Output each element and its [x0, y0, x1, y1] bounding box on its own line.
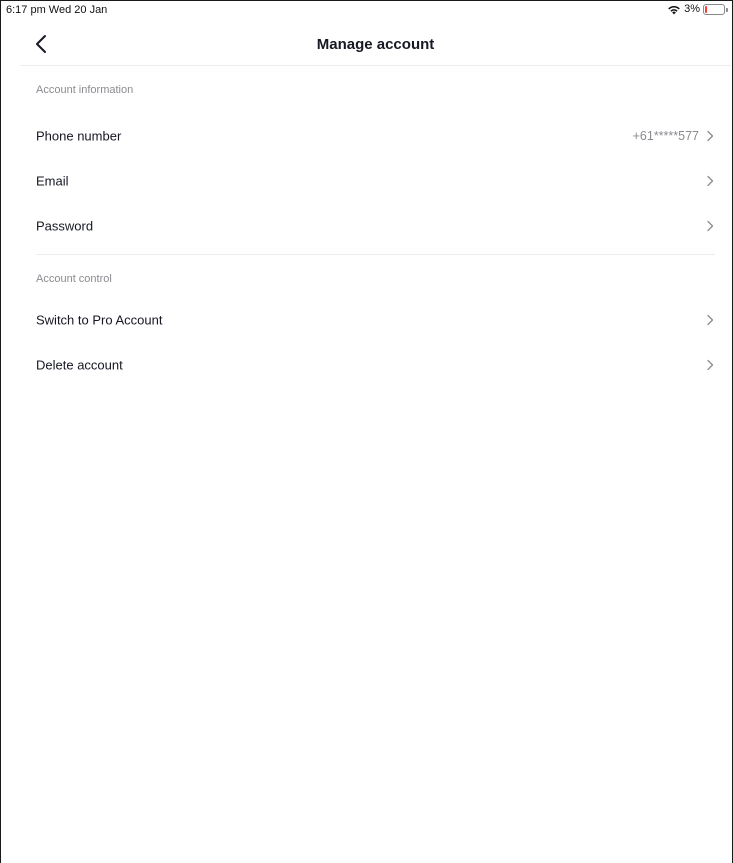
section-header: Account information: [36, 84, 134, 96]
row-right: [705, 220, 715, 232]
chevron-right-icon: [707, 359, 714, 370]
row-right: [705, 359, 715, 371]
row-email[interactable]: Email: [20, 158, 731, 203]
phone-number-value: +61*****577: [632, 128, 699, 143]
battery-percent: 3%: [684, 3, 700, 15]
status-time: 6:17 pm Wed 20 Jan: [6, 4, 108, 16]
row-right: [705, 314, 715, 326]
chevron-right-icon: [707, 314, 714, 325]
row-label: Phone number: [36, 128, 122, 143]
chevron-right-icon: [707, 220, 714, 231]
page-title: Manage account: [316, 36, 435, 53]
settings-list: Account information Phone number +61****…: [20, 66, 731, 387]
row-delete-account[interactable]: Delete account: [20, 342, 731, 387]
battery-icon: [703, 3, 728, 15]
row-password[interactable]: Password: [20, 203, 731, 248]
row-label: Switch to Pro Account: [36, 312, 163, 327]
section-account-control: Account control Switch to Pro Account De…: [20, 255, 731, 387]
nav-bar: Manage account: [20, 22, 731, 66]
section-header: Account control: [36, 273, 112, 285]
row-switch-to-pro-account[interactable]: Switch to Pro Account: [20, 297, 731, 342]
status-bar: 6:17 pm Wed 20 Jan 3%: [0, 0, 731, 22]
row-phone-number[interactable]: Phone number +61*****577: [20, 113, 731, 158]
section-account-information: Account information Phone number +61****…: [20, 66, 731, 255]
status-indicators: 3%: [667, 3, 728, 15]
chevron-right-icon: [707, 175, 714, 186]
battery-tip: [726, 7, 728, 12]
row-label: Delete account: [36, 357, 123, 372]
battery-level: [705, 5, 707, 13]
row-label: Email: [36, 173, 69, 188]
row-right: +61*****577: [633, 129, 715, 143]
chevron-right-icon: [707, 130, 714, 141]
wifi-icon: [668, 5, 680, 14]
row-right: [705, 175, 715, 187]
row-label: Password: [36, 218, 94, 233]
